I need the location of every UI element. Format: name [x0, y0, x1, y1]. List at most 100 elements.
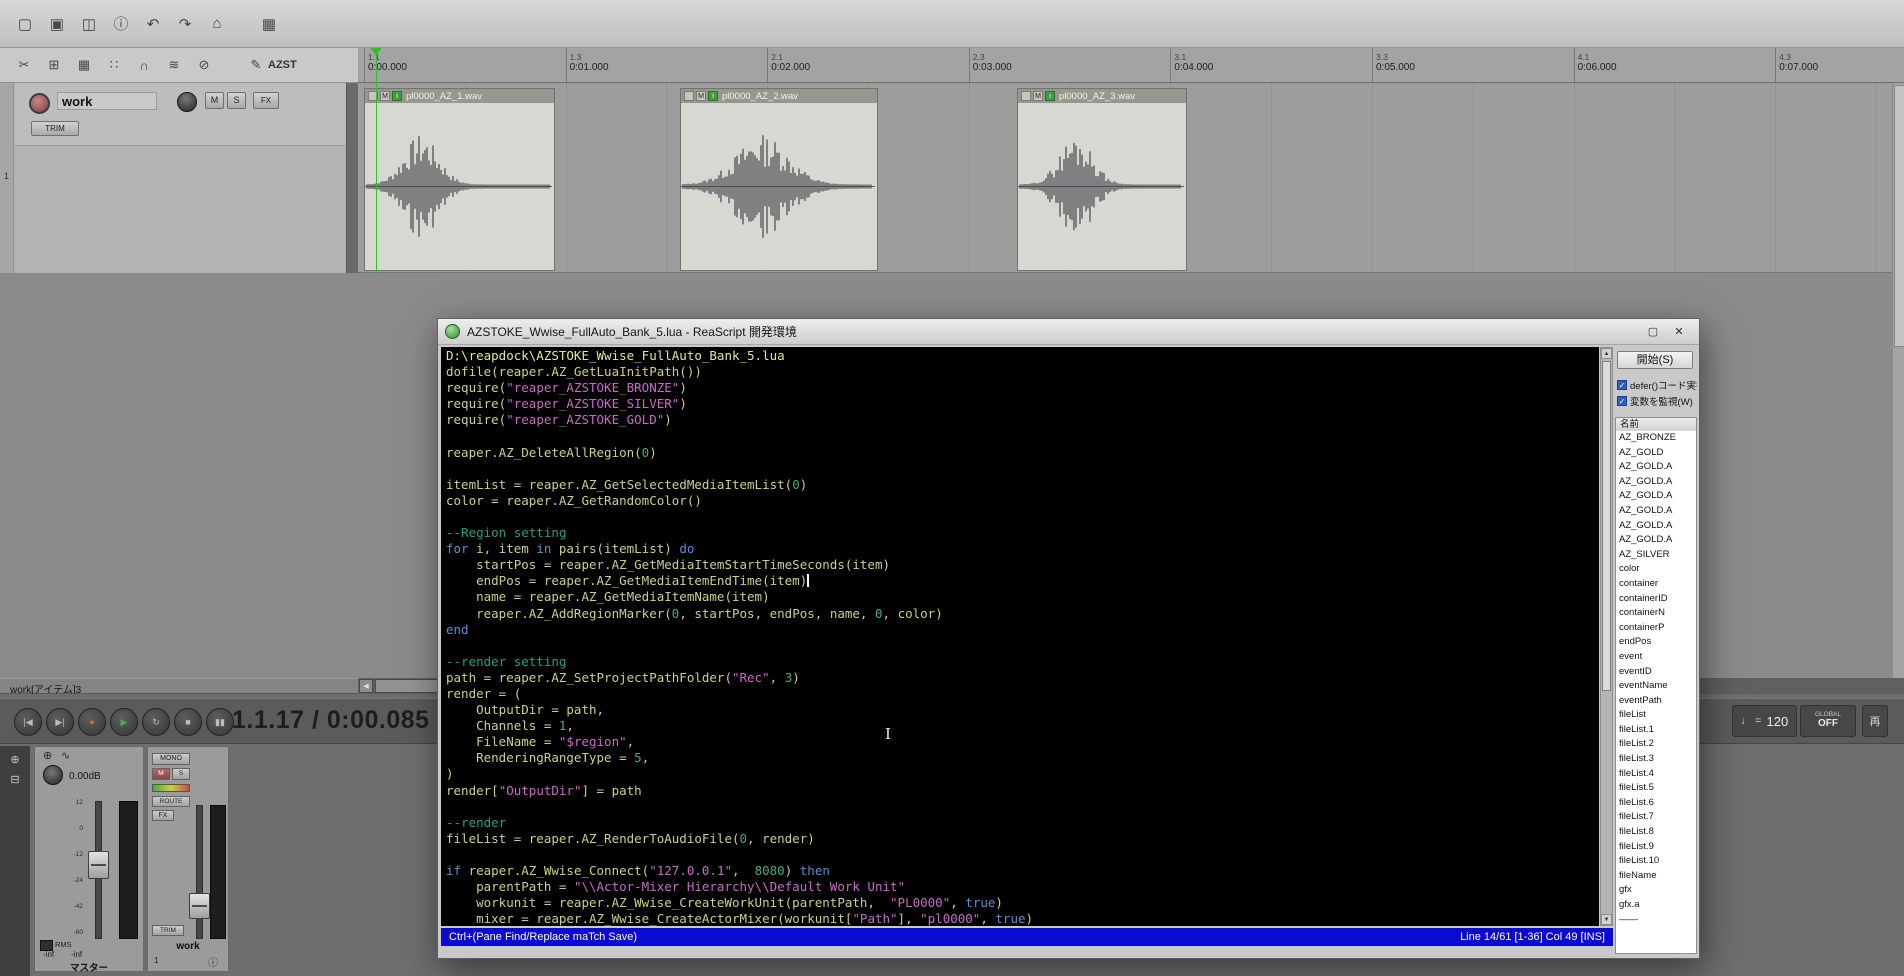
grid-toggle-icon[interactable]: ▦ — [74, 54, 94, 76]
edit-mode-icon[interactable]: ✎ — [246, 54, 266, 76]
code-line[interactable]: OutputDir = path, — [446, 702, 1599, 718]
item-group-icon[interactable]: ∷ — [104, 54, 124, 76]
watch-variable[interactable]: eventID — [1616, 665, 1696, 680]
mixer-solo-button[interactable]: S — [172, 768, 190, 780]
code-line[interactable]: --Region setting — [446, 525, 1599, 541]
code-line[interactable]: Channels = 1, — [446, 718, 1599, 734]
code-line[interactable]: fileList = reaper.AZ_RenderToAudioFile(0… — [446, 831, 1599, 847]
watch-variable[interactable]: gfx — [1616, 883, 1696, 898]
code-line[interactable]: parentPath = "\\Actor-Mixer Hierarchy\\D… — [446, 879, 1599, 895]
watch-variable[interactable]: fileName — [1616, 869, 1696, 884]
stop-button[interactable]: ■ — [174, 708, 202, 736]
watch-variable[interactable]: fileList.8 — [1616, 825, 1696, 840]
track-trim-button[interactable]: TRIM — [31, 121, 79, 136]
glue-items-icon[interactable]: ⊞ — [44, 54, 64, 76]
code-line[interactable]: for i, item in pairs(itemList) do — [446, 541, 1599, 557]
watch-variable[interactable]: fileList — [1616, 708, 1696, 723]
defer-checkbox[interactable]: ✓ defer()コード実行 — [1617, 379, 1697, 391]
watch-variable[interactable]: AZ_GOLD.A — [1616, 489, 1696, 504]
watch-variable[interactable]: container — [1616, 577, 1696, 592]
code-line[interactable]: require("reaper_AZSTOKE_SILVER") — [446, 396, 1599, 412]
go-to-end-button[interactable]: ▶| — [46, 708, 74, 736]
mono-button[interactable]: MONO — [152, 753, 190, 765]
code-line[interactable]: workunit = reaper.AZ_Wwise_CreateWorkUni… — [446, 895, 1599, 911]
item-info-badge[interactable]: i — [708, 91, 718, 101]
item-mute-badge[interactable]: M — [1033, 91, 1043, 101]
mixer-rail-icon-2[interactable]: ⊟ — [0, 773, 30, 786]
code-line[interactable]: color = reaper.AZ_GetRandomColor() — [446, 493, 1599, 509]
vscroll-down-arrow[interactable]: ▼ — [1601, 914, 1612, 925]
timeline-ruler[interactable]: 1.10:00.0001.30:01.0002.10:02.0002.30:03… — [358, 48, 1904, 83]
watch-variable[interactable]: —— — [1616, 913, 1696, 928]
code-line[interactable]: FileName = "$region", — [446, 734, 1599, 750]
code-line[interactable]: require("reaper_AZSTOKE_GOLD") — [446, 412, 1599, 428]
watch-variable[interactable]: AZ_GOLD.A — [1616, 533, 1696, 548]
vscroll-up-arrow[interactable]: ▲ — [1601, 348, 1612, 359]
code-line[interactable]: reaper.AZ_DeleteAllRegion(0) — [446, 445, 1599, 461]
watch-variable-list[interactable]: AZ_BRONZEAZ_GOLDAZ_GOLD.AAZ_GOLD.AAZ_GOL… — [1615, 431, 1697, 954]
playrate-label[interactable]: 再 — [1862, 705, 1888, 737]
item-mute-badge[interactable]: M — [696, 91, 706, 101]
watch-variable[interactable]: endPos — [1616, 635, 1696, 650]
code-line[interactable] — [446, 428, 1599, 444]
watch-variable[interactable]: AZ_BRONZE — [1616, 431, 1696, 446]
arrange-vscroll-thumb[interactable] — [1894, 85, 1904, 347]
code-line[interactable]: RenderingRangeType = 5, — [446, 750, 1599, 766]
watch-variable[interactable]: AZ_GOLD — [1616, 446, 1696, 461]
watch-variable[interactable]: fileList.6 — [1616, 796, 1696, 811]
grid-settings-icon[interactable]: ▦ — [258, 13, 280, 35]
code-line[interactable]: reaper.AZ_AddRegionMarker(0, startPos, e… — [446, 606, 1599, 622]
watch-variable[interactable]: AZ_SILVER — [1616, 548, 1696, 563]
go-to-start-button[interactable]: |◀ — [14, 708, 42, 736]
master-pan-knob[interactable] — [43, 765, 63, 785]
watch-variable[interactable]: fileList.1 — [1616, 723, 1696, 738]
master-route-icon[interactable]: ⊕ — [43, 749, 52, 762]
open-project-icon[interactable]: ▣ — [46, 13, 68, 35]
hscroll-left-arrow[interactable]: ◀ — [359, 679, 373, 693]
code-line[interactable]: --render setting — [446, 654, 1599, 670]
vscroll-thumb[interactable] — [1602, 361, 1611, 691]
repeat-button[interactable]: ↻ — [142, 708, 170, 736]
code-line[interactable]: dofile(reaper.AZ_GetLuaInitPath()) — [446, 364, 1599, 380]
new-project-icon[interactable]: ▢ — [14, 13, 36, 35]
watch-variable[interactable]: eventPath — [1616, 694, 1696, 709]
info-icon[interactable]: ⓘ — [208, 954, 218, 969]
mixer-rail-icon-1[interactable]: ⊕ — [0, 753, 30, 766]
watch-variable[interactable]: color — [1616, 562, 1696, 577]
code-line[interactable]: render = ( — [446, 686, 1599, 702]
lock-icon[interactable]: ⌂ — [206, 13, 228, 35]
route-button[interactable]: ROUTE — [152, 796, 190, 807]
track-mute-button[interactable]: M — [205, 92, 224, 109]
save-project-icon[interactable]: ◫ — [78, 13, 100, 35]
watch-variable[interactable]: containerP — [1616, 621, 1696, 636]
code-line[interactable]: if reaper.AZ_Wwise_Connect("127.0.0.1", … — [446, 863, 1599, 879]
code-editor[interactable]: D:\reapdock\AZSTOKE_Wwise_FullAuto_Bank_… — [441, 347, 1599, 926]
watch-variable[interactable]: containerN — [1616, 606, 1696, 621]
ide-titlebar[interactable]: AZSTOKE_Wwise_FullAuto_Bank_5.lua - ReaS… — [438, 319, 1699, 345]
track-solo-button[interactable]: S — [227, 92, 246, 109]
code-line[interactable] — [446, 461, 1599, 477]
tempo-display[interactable]: ♩ = 120 — [1732, 705, 1797, 737]
maximize-button[interactable]: ▢ — [1640, 323, 1666, 341]
watch-variable[interactable]: AZ_GOLD.A — [1616, 504, 1696, 519]
mixer-mute-button[interactable]: M — [152, 768, 170, 780]
watch-variable[interactable]: containerID — [1616, 592, 1696, 607]
snap-toggle-icon[interactable]: ∩ — [134, 54, 154, 76]
watch-variable[interactable]: eventName — [1616, 679, 1696, 694]
item-info-badge[interactable]: i — [1045, 91, 1055, 101]
watch-variable[interactable]: AZ_GOLD.A — [1616, 475, 1696, 490]
watch-variable[interactable]: AZ_GOLD.A — [1616, 460, 1696, 475]
mixer-pan-slider[interactable] — [152, 784, 190, 792]
code-line[interactable]: render["OutputDir"] = path — [446, 783, 1599, 799]
track-fx-button[interactable]: FX — [253, 92, 279, 109]
watch-variable[interactable]: fileList.7 — [1616, 810, 1696, 825]
watch-variable[interactable]: fileList.3 — [1616, 752, 1696, 767]
code-line[interactable]: end — [446, 622, 1599, 638]
work-fader-handle[interactable] — [189, 893, 210, 919]
lock-toggle-icon[interactable]: ⊘ — [194, 54, 214, 76]
watch-variable[interactable]: fileList.5 — [1616, 781, 1696, 796]
code-line[interactable]: --render — [446, 815, 1599, 831]
ripple-edit-icon[interactable]: ≋ — [164, 54, 184, 76]
item-mute-badge[interactable]: M — [380, 91, 390, 101]
watch-variable[interactable]: gfx.a — [1616, 898, 1696, 913]
